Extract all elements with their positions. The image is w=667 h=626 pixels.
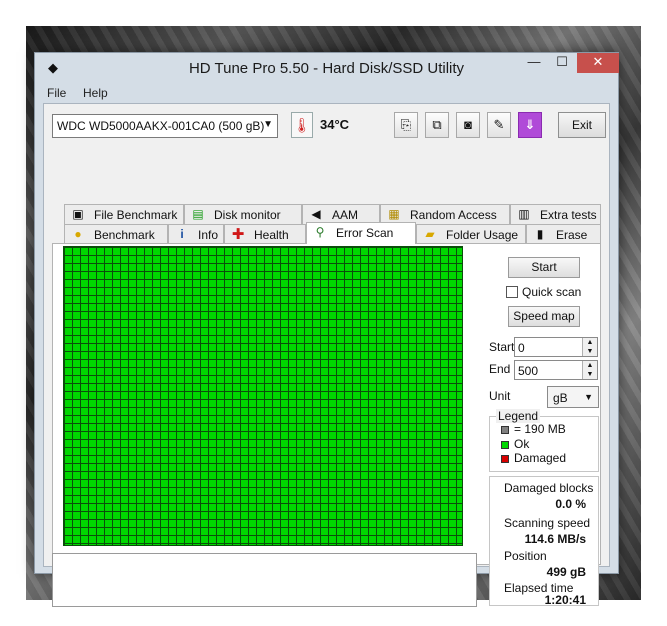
drive-selected-value: WDC WD5000AAKX-001CA0 (500 gB) — [57, 119, 265, 133]
tab-health[interactable]: ✚ Health — [224, 224, 306, 244]
menu-bar: File Help — [35, 83, 618, 103]
spin-arrows-icon[interactable]: ▲ ▼ — [582, 361, 597, 379]
error-scan-panel: Start Quick scan Speed map Start 0 ▲ ▼ En… — [52, 243, 601, 607]
download-icon: ⇓ — [524, 117, 536, 132]
start-scan-button[interactable]: Start — [508, 257, 580, 278]
error-scan-block-map — [63, 246, 463, 546]
legend-title: Legend — [496, 409, 541, 423]
random-access-icon: ▦ — [388, 207, 400, 221]
unit-field-label: Unit — [489, 389, 511, 403]
legend-damaged-swatch — [501, 455, 509, 463]
end-stepper[interactable]: 500 ▲ ▼ — [514, 360, 598, 380]
damaged-blocks-label: Damaged blocks — [504, 481, 594, 495]
options-button[interactable]: ✎ — [487, 112, 511, 138]
disk-monitor-icon: ▤ — [192, 207, 204, 221]
elapsed-time-value: 1:20:41 — [544, 593, 586, 607]
drive-dropdown[interactable]: WDC WD5000AAKX-001CA0 (500 gB) ▼ — [52, 114, 278, 138]
damaged-blocks-value: 0.0 % — [555, 497, 586, 511]
tab-extra-tests[interactable]: ▥ Extra tests — [510, 204, 601, 224]
main-panel: WDC WD5000AAKX-001CA0 (500 gB) ▼ 🌡 34°C … — [43, 103, 610, 607]
end-field-label: End — [489, 362, 511, 376]
end-value: 500 — [518, 364, 539, 378]
screenshot-button[interactable]: ◙ — [456, 112, 480, 138]
speed-map-button[interactable]: Speed map — [508, 306, 580, 327]
legend-box: Legend = 190 MB Ok Damaged — [489, 409, 599, 472]
download-button[interactable]: ⇓ — [518, 112, 542, 138]
position-label: Position — [504, 549, 547, 563]
start-value: 0 — [518, 341, 525, 355]
close-button[interactable]: ✕ — [577, 53, 619, 73]
tab-random-access[interactable]: ▦ Random Access — [380, 204, 510, 224]
folder-icon: ▰ — [425, 227, 435, 241]
legend-block-size-swatch — [501, 426, 509, 434]
lightbulb-icon: ● — [74, 227, 82, 241]
screenshot-camera-icon: ◙ — [464, 117, 472, 132]
legend-ok-label: Ok — [514, 437, 530, 451]
tab-folder-usage[interactable]: ▰ Folder Usage — [416, 224, 526, 244]
legend-block-size-label: = 190 MB — [514, 422, 566, 436]
position-value: 499 gB — [546, 565, 586, 579]
temperature-readout: 34°C — [320, 117, 350, 132]
copy-text-button[interactable]: ⧉ — [425, 112, 449, 138]
thermometer-icon: 🌡 — [291, 112, 313, 138]
chevron-down-icon: ▼ — [263, 119, 273, 130]
copy-info-icon: ⎘ — [400, 117, 412, 132]
menu-help[interactable]: Help — [83, 86, 108, 100]
app-window: ◆ HD Tune Pro 5.50 - Hard Disk/SSD Utili… — [34, 52, 619, 607]
exit-button[interactable]: Exit — [558, 112, 606, 138]
health-cross-icon: ✚ — [231, 226, 245, 243]
start-stepper[interactable]: 0 ▲ ▼ — [514, 337, 598, 357]
spin-arrows-icon[interactable]: ▲ ▼ — [582, 338, 597, 356]
tab-benchmark[interactable]: ● Benchmark — [64, 224, 168, 244]
title-bar[interactable]: ◆ HD Tune Pro 5.50 - Hard Disk/SSD Utili… — [35, 53, 619, 83]
maximize-button[interactable]: ☐ — [549, 53, 575, 73]
scan-log-box — [52, 553, 477, 607]
copy-info-button[interactable]: ⎘ — [394, 112, 418, 138]
info-icon: i — [180, 227, 184, 241]
speaker-icon: ◀ — [311, 207, 321, 221]
minimize-button[interactable]: — — [521, 53, 547, 73]
tab-aam[interactable]: ◀ AAM — [302, 204, 380, 224]
tab-erase[interactable]: ▮ Erase — [526, 224, 601, 244]
chevron-down-icon: ▼ — [584, 392, 593, 402]
tab-error-scan[interactable]: ⚲ Error Scan — [306, 222, 416, 244]
scanning-speed-value: 114.6 MB/s — [524, 532, 586, 546]
quick-scan-label: Quick scan — [522, 285, 582, 299]
tab-info[interactable]: i Info — [168, 224, 224, 244]
unit-dropdown[interactable]: gB ▼ — [547, 386, 599, 408]
scan-stats-box: Damaged blocks 0.0 % Scanning speed 114.… — [489, 476, 599, 607]
options-icon: ✎ — [493, 117, 505, 132]
tab-file-benchmark[interactable]: ▣ File Benchmark — [64, 204, 184, 224]
file-benchmark-icon: ▣ — [72, 207, 84, 221]
magnifier-icon: ⚲ — [315, 225, 325, 239]
menu-file[interactable]: File — [47, 86, 66, 100]
start-field-label: Start — [489, 340, 515, 354]
legend-ok-swatch — [501, 441, 509, 449]
scanning-speed-label: Scanning speed — [504, 516, 591, 530]
copy-text-icon: ⧉ — [432, 117, 442, 132]
extra-tests-icon: ▥ — [518, 207, 530, 221]
quick-scan-checkbox[interactable] — [506, 286, 518, 298]
tab-disk-monitor[interactable]: ▤ Disk monitor — [184, 204, 302, 224]
legend-damaged-label: Damaged — [514, 451, 567, 465]
trash-icon: ▮ — [536, 227, 544, 241]
unit-value: gB — [553, 391, 568, 405]
